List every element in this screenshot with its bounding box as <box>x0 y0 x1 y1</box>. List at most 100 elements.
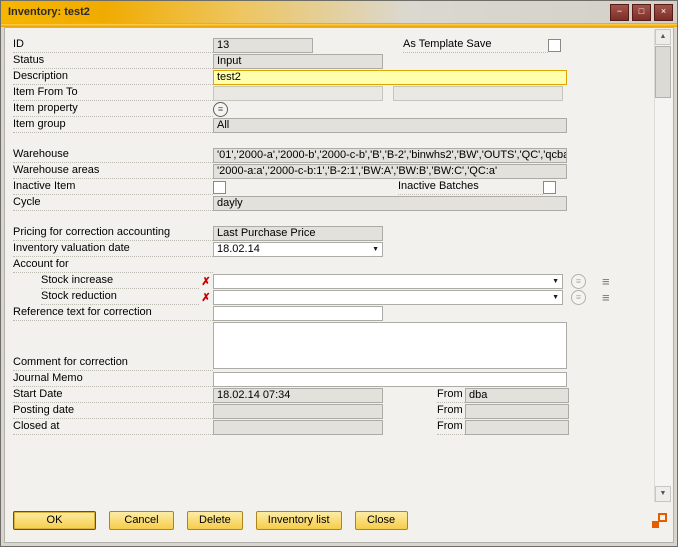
row-stock-reduction: Stock reduction ✗ ▼ ≡ ≡ <box>13 290 654 305</box>
delete-button[interactable]: Delete <box>187 511 243 530</box>
cancel-button[interactable]: Cancel <box>109 511 174 530</box>
warehouse-label: Warehouse <box>13 148 213 163</box>
choose-from-list-icon[interactable]: ≡ <box>571 274 586 289</box>
stock-increase-label: Stock increase <box>41 274 199 289</box>
as-template-save-checkbox[interactable] <box>548 39 561 52</box>
inventory-list-button[interactable]: Inventory list <box>256 511 342 530</box>
row-warehouse: Warehouse '01','2000-a','2000-b','2000-c… <box>13 148 654 163</box>
row-pricing: Pricing for correction accounting Last P… <box>13 226 654 241</box>
row-closed-at: Closed at From <box>13 420 654 435</box>
vertical-scrollbar[interactable]: ▲ ▼ <box>654 29 672 502</box>
button-row: OK Cancel Delete Inventory list Close <box>13 511 408 530</box>
posting-date-label: Posting date <box>13 404 213 419</box>
row-reference-text: Reference text for correction <box>13 306 654 321</box>
description-label: Description <box>13 70 213 85</box>
inventory-valuation-date-combo[interactable]: 18.02.14 ▼ <box>213 242 383 257</box>
item-from-to-label: Item From To <box>13 86 213 101</box>
stock-increase-combo[interactable]: ▼ <box>213 274 563 289</box>
resize-corner-icon[interactable] <box>651 513 667 529</box>
close-form-button[interactable]: Close <box>355 511 408 530</box>
status-field: Input <box>213 54 383 69</box>
start-date-from-label: From <box>437 388 465 403</box>
window-title: Inventory: test2 <box>8 6 607 18</box>
row-id: ID 13 As Template Save <box>13 38 654 53</box>
row-item-from-to: Item From To <box>13 86 654 101</box>
row-inventory-valuation-date: Inventory valuation date 18.02.14 ▼ <box>13 242 654 257</box>
pricing-label: Pricing for correction accounting <box>13 226 213 241</box>
row-comment: Comment for correction <box>13 322 654 371</box>
warehouse-areas-label: Warehouse areas <box>13 164 213 179</box>
row-journal-memo: Journal Memo <box>13 372 654 387</box>
close-icon[interactable]: × <box>654 4 673 21</box>
status-label: Status <box>13 54 213 69</box>
account-detail-icon[interactable]: ≡ <box>602 291 610 304</box>
required-x-icon: ✗ <box>199 275 213 288</box>
pricing-field: Last Purchase Price <box>213 226 383 241</box>
item-group-field: All <box>213 118 567 133</box>
row-status: Status Input <box>13 54 654 69</box>
stock-reduction-label: Stock reduction <box>41 290 199 305</box>
cycle-label: Cycle <box>13 196 213 211</box>
row-inactive: Inactive Item Inactive Batches <box>13 180 654 195</box>
row-account-for: Account for <box>13 258 654 273</box>
inventory-valuation-date-value: 18.02.14 <box>217 243 260 256</box>
form-content: ID 13 As Template Save Status Input Desc… <box>4 27 674 543</box>
scroll-down-icon[interactable]: ▼ <box>655 486 671 502</box>
inventory-window: Inventory: test2 − □ × ID 13 As Template… <box>0 0 678 547</box>
titlebar[interactable]: Inventory: test2 − □ × <box>1 1 677 24</box>
posting-date-field <box>213 404 383 419</box>
required-x-icon: ✗ <box>199 291 213 304</box>
journal-memo-field[interactable] <box>213 372 567 387</box>
warehouse-areas-field: '2000-a:a','2000-c-b:1','B-2:1','BW:A','… <box>213 164 567 179</box>
comment-textarea[interactable] <box>213 322 567 369</box>
row-item-group: Item group All <box>13 118 654 133</box>
stock-reduction-combo[interactable]: ▼ <box>213 290 563 305</box>
posting-date-from-field <box>465 404 569 419</box>
minimize-icon[interactable]: − <box>610 4 629 21</box>
item-from-field <box>213 86 383 101</box>
chevron-down-icon[interactable]: ▼ <box>372 243 379 256</box>
as-template-save-label: As Template Save <box>403 38 548 53</box>
group-gap <box>13 212 654 226</box>
row-stock-increase: Stock increase ✗ ▼ ≡ ≡ <box>13 274 654 289</box>
choose-from-list-icon[interactable]: ≡ <box>213 102 228 117</box>
account-detail-icon[interactable]: ≡ <box>602 275 610 288</box>
ok-button[interactable]: OK <box>13 511 96 530</box>
row-warehouse-areas: Warehouse areas '2000-a:a','2000-c-b:1',… <box>13 164 654 179</box>
description-field[interactable]: test2 <box>213 70 567 85</box>
item-group-label: Item group <box>13 118 213 133</box>
journal-memo-label: Journal Memo <box>13 372 213 387</box>
row-posting-date: Posting date From <box>13 404 654 419</box>
inactive-batches-checkbox[interactable] <box>543 181 556 194</box>
chevron-down-icon[interactable]: ▼ <box>552 291 559 304</box>
group-gap <box>13 134 654 148</box>
reference-text-field[interactable] <box>213 306 383 321</box>
form-area: ID 13 As Template Save Status Input Desc… <box>5 28 654 504</box>
closed-at-field <box>213 420 383 435</box>
comment-label: Comment for correction <box>13 356 213 371</box>
inactive-item-checkbox[interactable] <box>213 181 226 194</box>
account-for-label: Account for <box>13 258 213 273</box>
scroll-up-icon[interactable]: ▲ <box>655 29 671 45</box>
choose-from-list-icon[interactable]: ≡ <box>571 290 586 305</box>
scrollbar-thumb[interactable] <box>655 46 671 98</box>
closed-at-from-field <box>465 420 569 435</box>
restore-icon[interactable]: □ <box>632 4 651 21</box>
reference-text-label: Reference text for correction <box>13 306 213 321</box>
inactive-batches-label: Inactive Batches <box>398 180 543 195</box>
id-field: 13 <box>213 38 313 53</box>
closed-at-from-label: From <box>437 420 465 435</box>
posting-date-from-label: From <box>437 404 465 419</box>
start-date-from-field: dba <box>465 388 569 403</box>
start-date-label: Start Date <box>13 388 213 403</box>
closed-at-label: Closed at <box>13 420 213 435</box>
warehouse-field: '01','2000-a','2000-b','2000-c-b','B','B… <box>213 148 567 163</box>
chevron-down-icon[interactable]: ▼ <box>552 275 559 288</box>
cycle-field: dayly <box>213 196 567 211</box>
start-date-field: 18.02.14 07:34 <box>213 388 383 403</box>
inventory-valuation-date-label: Inventory valuation date <box>13 242 213 257</box>
row-description: Description test2 <box>13 70 654 85</box>
item-to-field <box>393 86 563 101</box>
row-cycle: Cycle dayly <box>13 196 654 211</box>
item-property-label: Item property <box>13 102 213 117</box>
